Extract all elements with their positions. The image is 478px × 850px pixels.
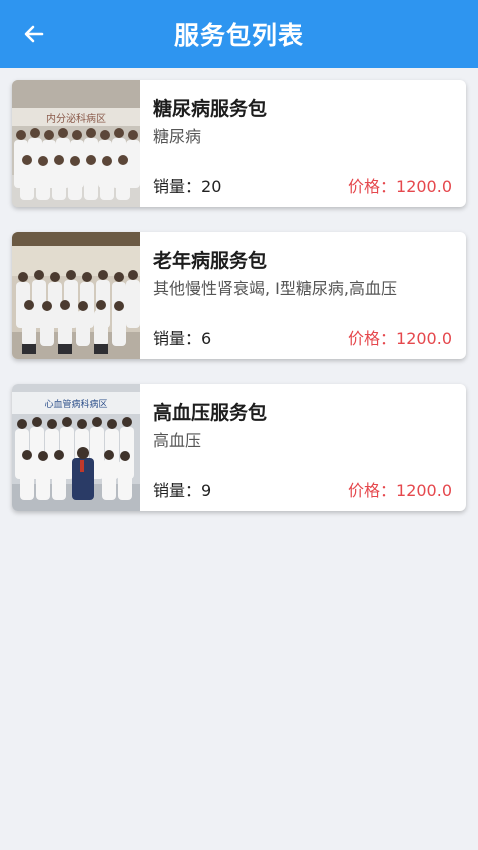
- app-bar: 服务包列表: [0, 0, 478, 68]
- sales-count: 销量：20: [153, 173, 221, 197]
- sales-value: 6: [201, 329, 212, 348]
- price-label: 价格：: [348, 177, 397, 196]
- package-name: 高血压服务包: [153, 402, 268, 424]
- photo-banner-text: 内分泌科病区: [46, 112, 106, 125]
- package-price: 价格：1200.0: [348, 325, 452, 349]
- sales-label: 销量：: [153, 177, 202, 196]
- photo-banner-text: 心血管病科病区: [44, 398, 107, 410]
- package-diseases: 高血压: [153, 431, 202, 450]
- price-value: 1200.0: [396, 177, 452, 196]
- package-card-diabetes[interactable]: 内分泌科病区 糖尿病服务包 糖尿病 销量：20 价格：1200.0: [12, 80, 466, 207]
- page-title: 服务包列表: [173, 21, 304, 50]
- package-card-geriatric[interactable]: 老年病服务包 其他慢性肾衰竭, I型糖尿病,高血压 销量：6 价格：1200.0: [12, 232, 466, 359]
- package-list: 内分泌科病区 糖尿病服务包 糖尿病 销量：20 价格：1200.0 老年病服务包…: [12, 80, 466, 536]
- package-card-hypertension[interactable]: 心血管病科病区 高血压服务包 高血压 销量：9 价格：1200.0: [12, 384, 466, 511]
- package-photo: 心血管病科病区: [12, 384, 140, 511]
- sales-value: 20: [201, 177, 222, 196]
- price-label: 价格：: [348, 329, 397, 348]
- back-button[interactable]: [20, 20, 48, 48]
- arrow-left-icon: [24, 25, 44, 43]
- sales-count: 销量：6: [153, 325, 211, 349]
- package-price: 价格：1200.0: [348, 173, 452, 197]
- price-value: 1200.0: [396, 481, 452, 500]
- sales-label: 销量：: [153, 481, 202, 500]
- package-diseases: 糖尿病: [153, 127, 202, 146]
- sales-count: 销量：9: [153, 477, 211, 501]
- package-photo: [12, 232, 140, 359]
- price-label: 价格：: [348, 481, 397, 500]
- package-diseases: 其他慢性肾衰竭, I型糖尿病,高血压: [153, 279, 397, 298]
- package-name: 糖尿病服务包: [153, 98, 268, 120]
- sales-label: 销量：: [153, 329, 202, 348]
- package-price: 价格：1200.0: [348, 477, 452, 501]
- package-photo: 内分泌科病区: [12, 80, 140, 207]
- price-value: 1200.0: [396, 329, 452, 348]
- package-name: 老年病服务包: [153, 250, 268, 272]
- sales-value: 9: [201, 481, 212, 500]
